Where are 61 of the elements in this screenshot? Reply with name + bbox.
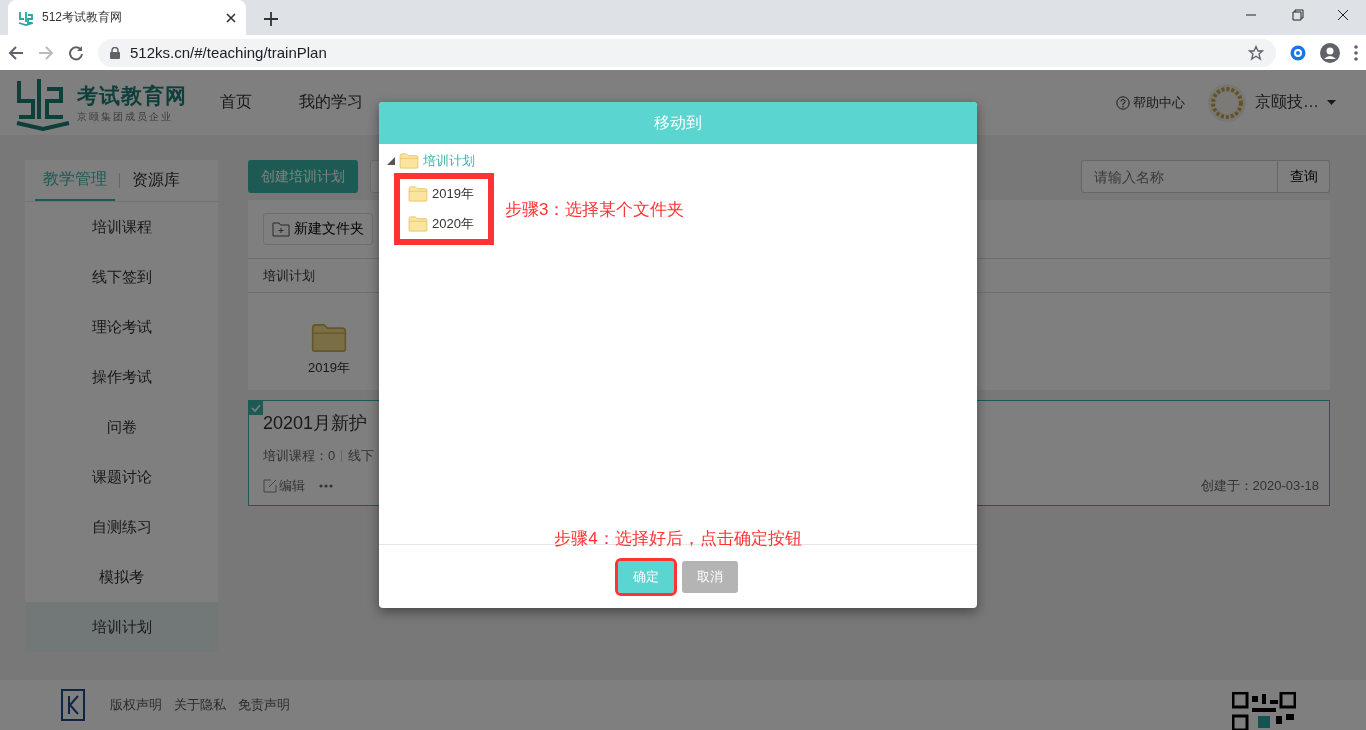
new-tab-icon[interactable] [264, 12, 278, 26]
nav-link[interactable]: 我的学习 [299, 92, 363, 113]
nav-link[interactable]: 首页 [220, 92, 252, 113]
folder-icon [408, 216, 428, 232]
plan-stat: 线下 [348, 447, 375, 465]
annotation-text: 步骤4：选择好后，点击确定按钮 [554, 528, 802, 550]
sidebar-item[interactable]: 自测练习 [25, 502, 218, 552]
tree-node[interactable]: 2020年 [432, 215, 474, 233]
breadcrumb[interactable]: 培训计划 [263, 266, 315, 285]
sidebar-item[interactable]: 操作考试 [25, 352, 218, 402]
search-button[interactable]: 查询 [1278, 160, 1330, 193]
footer-link[interactable]: 免责声明 [238, 696, 290, 714]
browser-tab[interactable]: 512考试教育网 [8, 0, 246, 35]
user-name[interactable]: 京颐技… [1255, 92, 1319, 113]
tree-toggle-icon[interactable] [387, 157, 395, 165]
logo-title: 考试教育网 [77, 82, 187, 109]
folder-name[interactable]: 2019年 [308, 359, 350, 377]
folder-icon [310, 323, 347, 353]
url-text: 512ks.cn/#/teaching/trainPlan [130, 44, 327, 61]
new-folder-button[interactable]: 新建文件夹 [263, 213, 373, 245]
checkbox[interactable] [249, 401, 263, 415]
lock-icon [110, 46, 120, 59]
sidebar-item[interactable]: 课题讨论 [25, 452, 218, 502]
help-link[interactable]: 帮助中心 [1133, 93, 1185, 112]
caret-icon[interactable] [1327, 100, 1336, 105]
more-icon[interactable] [319, 484, 333, 488]
footer-logo-icon [60, 688, 86, 722]
close-tab-icon[interactable] [226, 12, 236, 23]
reload-icon[interactable] [68, 44, 84, 61]
sidebar-item[interactable]: 理论考试 [25, 302, 218, 352]
annotation-text: 步骤3：选择某个文件夹 [505, 198, 685, 221]
sidebar-tab[interactable]: 资源库 [124, 160, 188, 201]
dialog-title: 移动到 [654, 112, 702, 133]
star-icon[interactable] [1248, 44, 1264, 61]
qr-code [1232, 692, 1296, 730]
plan-title[interactable]: 20201月新护 [263, 411, 368, 435]
extension-icon[interactable] [1290, 44, 1306, 61]
sidebar-item[interactable]: 模拟考 [25, 552, 218, 602]
sidebar-item[interactable]: 培训计划 [25, 602, 218, 652]
edit-icon[interactable] [263, 479, 277, 493]
menu-icon[interactable] [1354, 44, 1358, 61]
folder-add-icon [272, 221, 290, 237]
help-icon[interactable] [1116, 95, 1130, 110]
created-date: 创建于：2020-03-18 [1200, 477, 1319, 495]
site-logo-icon [18, 9, 34, 26]
footer-link[interactable]: 版权声明 [110, 696, 162, 714]
folder-icon [399, 153, 419, 169]
back-icon[interactable] [8, 44, 24, 61]
tree-node[interactable]: 培训计划 [423, 152, 475, 170]
address-bar[interactable]: 512ks.cn/#/teaching/trainPlan [98, 38, 1276, 67]
profile-icon[interactable] [1320, 42, 1340, 63]
search-field[interactable]: 请输入名称 [1081, 160, 1278, 193]
plan-stat: 培训课程：0 [263, 447, 336, 465]
sidebar-item[interactable]: 问卷 [25, 402, 218, 452]
folder-icon [408, 186, 428, 202]
sidebar-item[interactable]: 培训课程 [25, 202, 218, 252]
sidebar-item[interactable]: 线下签到 [25, 252, 218, 302]
tree-node[interactable]: 2019年 [432, 185, 474, 203]
tab-title: 512考试教育网 [42, 9, 124, 26]
edit-link[interactable]: 编辑 [279, 477, 305, 495]
footer-link[interactable]: 关于隐私 [174, 696, 226, 714]
